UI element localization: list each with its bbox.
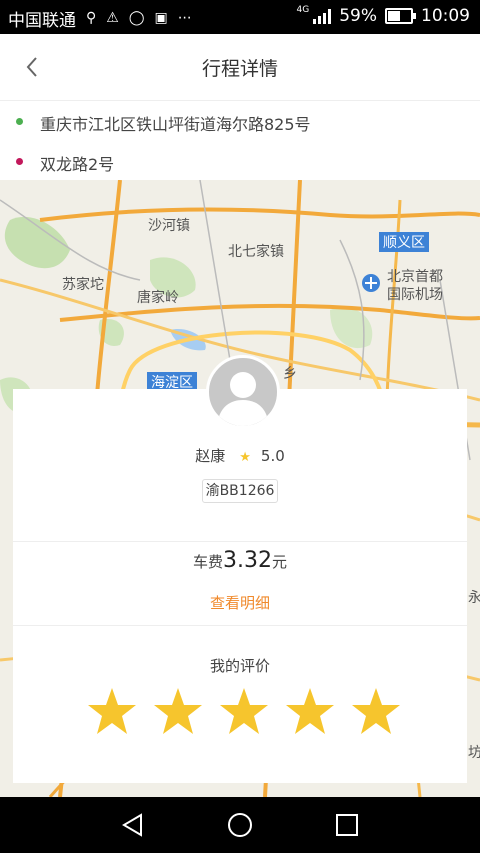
rating-stars[interactable] [86,686,402,736]
rating-star-icon[interactable] [86,686,138,736]
fare-prefix: 车费 [192,553,223,571]
driver-rating: 5.0 [260,447,285,465]
circle-home-icon [228,813,252,837]
home-nav-button[interactable] [226,811,254,839]
carrier-label: 中国联通 [8,11,76,31]
origin-dot-icon [16,118,23,125]
map-label-shahezhen: 沙河镇 [148,218,190,234]
divider [13,541,467,542]
fare-amount: 3.32 [223,548,272,573]
rating-star-icon[interactable] [284,686,336,736]
origin-address: 重庆市江北区铁山坪街道海尔路825号 [40,115,311,134]
clock: 10:09 [421,6,470,26]
star-icon: ★ [239,450,251,465]
fare-display: 车费3.32元 [0,548,480,573]
driver-info: 赵康 ★ 5.0 [0,445,480,466]
recents-nav-button[interactable] [333,811,361,839]
square-recents-icon [336,814,358,836]
back-nav-button[interactable] [119,811,147,839]
nav-bar [0,797,480,853]
map-label-xiang: 乡 [283,366,297,382]
map-label-shunyi: 顺义区 [379,232,429,252]
rating-star-icon[interactable] [218,686,270,736]
user-icon [217,372,269,426]
map-label-airport-line2: 国际机场 [387,287,443,303]
map-label-beiqijia: 北七家镇 [228,244,284,260]
license-plate: 渝BB1266 [202,479,278,503]
map-label-sujiatuo: 苏家坨 [62,277,104,293]
page-title: 行程详情 [201,58,278,80]
fare-unit: 元 [271,553,287,571]
rating-star-icon[interactable] [152,686,204,736]
fare-detail-link[interactable]: 查看明细 [0,592,480,613]
rating-title: 我的评价 [209,657,270,675]
more-icon: ⋯ [177,10,192,26]
map-label-tangjialing: 唐家岭 [137,290,179,306]
destination-address: 双龙路2号 [40,155,115,174]
driver-avatar [206,355,280,429]
image-icon: ▣ [154,10,168,26]
status-bar: 中国联通 ⚲ ⚠ ◯ ▣ ⋯ 4G 59% 10:09 [0,0,480,34]
header: 行程详情 [0,34,480,101]
triangle-back-icon [122,813,142,837]
chat-icon: ◯ [128,10,145,26]
map-label-fang: 坊 [468,745,480,761]
destination-row: 双龙路2号 [0,141,480,180]
battery-icon [385,8,416,24]
map-label-airport-line1: 北京首都 [387,269,443,285]
location-icon: ⚲ [86,10,97,26]
network-type: 4G [296,5,310,15]
battery-percent: 59% [339,6,377,26]
warning-icon: ⚠ [106,10,119,26]
divider [13,625,467,626]
destination-dot-icon [16,158,23,165]
rating-star-icon[interactable] [350,686,402,736]
origin-row: 重庆市江北区铁山坪街道海尔路825号 [0,101,480,142]
signal-icon [313,8,332,24]
driver-name: 赵康 [195,447,226,465]
